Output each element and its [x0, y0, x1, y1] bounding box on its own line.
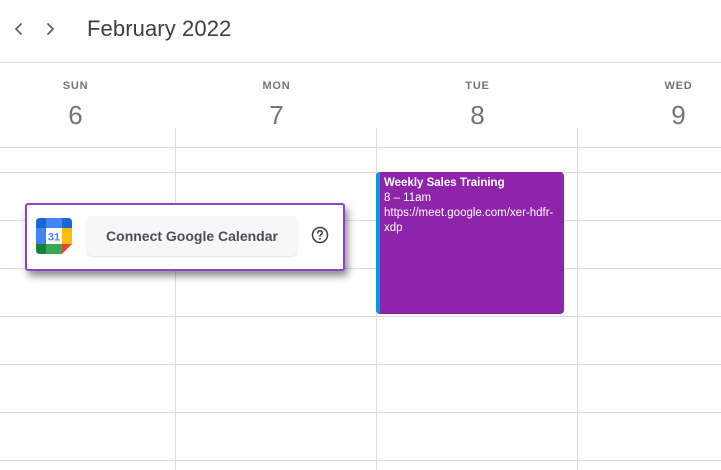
day-header-mon[interactable]: MON 7 [176, 62, 377, 131]
calendar-event[interactable]: Weekly Sales Training 8 – 11am https://m… [376, 172, 564, 314]
day-header-tue[interactable]: TUE 8 [377, 62, 578, 131]
day-of-week: TUE [465, 80, 490, 92]
day-column-divider [175, 128, 176, 470]
connect-calendar-popup: 31 Connect Google Calendar [25, 203, 345, 271]
day-of-week: MON [262, 80, 291, 92]
hour-line [0, 172, 721, 173]
calendar-header: February 2022 [0, 0, 721, 63]
day-number[interactable]: 7 [176, 100, 377, 131]
day-of-week: SUN [62, 80, 89, 92]
event-time: 8 – 11am [384, 192, 432, 204]
day-number[interactable]: 8 [377, 100, 578, 131]
day-column-divider [577, 128, 578, 470]
day-header-wed[interactable]: WED 9 [578, 62, 721, 131]
prev-week-button[interactable] [7, 17, 31, 41]
hour-line [0, 460, 721, 461]
event-accent-bar [376, 172, 380, 314]
hour-line [0, 316, 721, 317]
hour-line [0, 364, 721, 365]
day-header-sun[interactable]: SUN 6 [0, 62, 151, 131]
chevron-right-icon [47, 23, 54, 35]
google-calendar-logo-icon: 31 [36, 218, 72, 254]
day-number[interactable]: 9 [578, 100, 721, 131]
all-day-divider [0, 147, 721, 148]
event-content: Weekly Sales Training 8 – 11am https://m… [384, 176, 558, 236]
hour-line [0, 412, 721, 413]
day-of-week: WED [664, 80, 693, 92]
month-title: February 2022 [87, 16, 232, 41]
event-meeting-link[interactable]: https://meet.google.com/xer-hdfr-xdp [384, 206, 558, 236]
connect-google-calendar-button[interactable]: Connect Google Calendar [87, 216, 297, 256]
logo-text: 31 [48, 232, 60, 244]
next-week-button[interactable] [38, 17, 62, 41]
event-title: Weekly Sales Training [384, 177, 505, 189]
day-number[interactable]: 6 [0, 100, 151, 131]
chevron-left-icon [15, 23, 22, 35]
question-circle-icon[interactable] [311, 226, 329, 244]
